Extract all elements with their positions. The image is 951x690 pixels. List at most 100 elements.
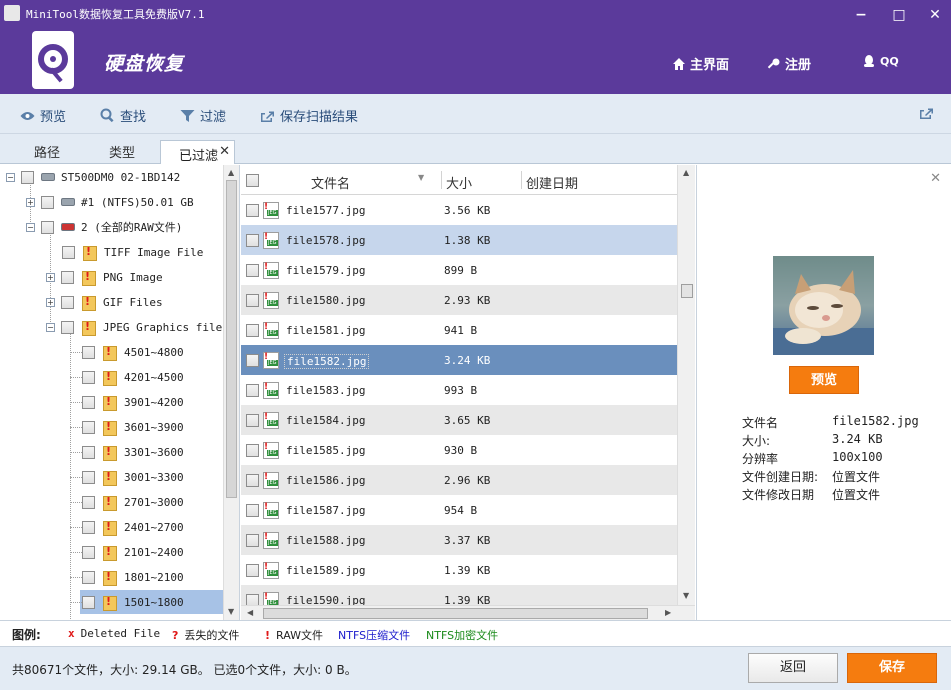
row-checkbox[interactable] bbox=[246, 474, 259, 487]
find-tool-button[interactable]: 查找 bbox=[100, 106, 146, 125]
checkbox[interactable] bbox=[82, 520, 95, 534]
expand-icon[interactable]: + bbox=[46, 272, 55, 282]
row-checkbox[interactable] bbox=[246, 504, 259, 517]
tab-filtered[interactable]: 已过滤 ✕ bbox=[160, 140, 235, 164]
row-checkbox[interactable] bbox=[246, 414, 259, 427]
row-checkbox[interactable] bbox=[246, 294, 259, 307]
row-checkbox[interactable] bbox=[246, 564, 259, 577]
table-row[interactable]: ! file1585.jpg 930 B bbox=[241, 435, 677, 465]
checkbox[interactable] bbox=[41, 195, 54, 209]
checkbox[interactable] bbox=[82, 370, 95, 384]
checkbox[interactable] bbox=[82, 570, 95, 584]
table-row[interactable]: ! file1577.jpg 3.56 KB bbox=[241, 195, 677, 225]
tree-node-png[interactable]: + ! PNG Image bbox=[46, 266, 163, 288]
checkbox[interactable] bbox=[41, 220, 54, 234]
close-preview-icon[interactable]: ✕ bbox=[930, 171, 941, 186]
table-row[interactable]: ! file1578.jpg 1.38 KB bbox=[241, 225, 677, 255]
checkbox[interactable] bbox=[82, 395, 95, 409]
scroll-up-icon[interactable]: ▲ bbox=[228, 168, 234, 177]
row-checkbox[interactable] bbox=[246, 324, 259, 337]
tree-node-range[interactable]: ! 1501~1800 bbox=[82, 591, 184, 613]
checkbox[interactable] bbox=[82, 495, 95, 509]
tree-node-range[interactable]: ! 3301~3600 bbox=[82, 441, 184, 463]
table-row[interactable]: ! file1587.jpg 954 B bbox=[241, 495, 677, 525]
scroll-down-icon[interactable]: ▼ bbox=[228, 607, 234, 616]
table-row[interactable]: ! file1588.jpg 3.37 KB bbox=[241, 525, 677, 555]
tree-node-range[interactable]: ! 3901~4200 bbox=[82, 391, 184, 413]
tree-node-partition-1[interactable]: + #1 (NTFS)50.01 GB bbox=[26, 191, 194, 213]
checkbox[interactable] bbox=[82, 470, 95, 484]
checkbox[interactable] bbox=[82, 345, 95, 359]
row-checkbox[interactable] bbox=[246, 204, 259, 217]
file-list-hscroll-thumb[interactable] bbox=[263, 608, 648, 619]
tree-node-range[interactable]: ! 1801~2100 bbox=[82, 566, 184, 588]
tree-node-gif[interactable]: + ! GIF Files bbox=[46, 291, 163, 313]
row-checkbox[interactable] bbox=[246, 354, 259, 367]
preview-button[interactable]: 预览 bbox=[789, 366, 859, 394]
file-list-vscrollbar[interactable]: ▲ ▼ bbox=[677, 165, 695, 605]
table-row[interactable]: ! file1581.jpg 941 B bbox=[241, 315, 677, 345]
close-tab-icon[interactable]: ✕ bbox=[219, 144, 230, 159]
home-link[interactable]: 主界面 bbox=[672, 54, 729, 73]
file-list-hscrollbar[interactable]: ◀ ▶ bbox=[241, 605, 695, 620]
preview-tool-button[interactable]: 预览 bbox=[20, 106, 66, 125]
checkbox[interactable] bbox=[82, 420, 95, 434]
table-row[interactable]: ! file1586.jpg 2.96 KB bbox=[241, 465, 677, 495]
table-row[interactable]: ! file1589.jpg 1.39 KB bbox=[241, 555, 677, 585]
share-button[interactable] bbox=[919, 106, 934, 120]
checkbox[interactable] bbox=[61, 320, 74, 334]
tab-type[interactable]: 类型 bbox=[109, 142, 135, 161]
row-checkbox[interactable] bbox=[246, 384, 259, 397]
collapse-icon[interactable]: − bbox=[26, 222, 35, 232]
expand-icon[interactable]: + bbox=[26, 197, 35, 207]
row-checkbox[interactable] bbox=[246, 444, 259, 457]
select-all-checkbox[interactable] bbox=[246, 174, 259, 187]
collapse-icon[interactable]: − bbox=[46, 322, 55, 332]
table-row[interactable]: ! file1582.jpg 3.24 KB bbox=[241, 345, 677, 375]
tree-node-jpeg[interactable]: − ! JPEG Graphics file bbox=[46, 316, 222, 338]
tree-node-disk[interactable]: − ST500DM0 02-1BD142 bbox=[6, 166, 180, 188]
tree-node-range[interactable]: ! 4201~4500 bbox=[82, 366, 184, 388]
checkbox[interactable] bbox=[82, 445, 95, 459]
tree-node-range[interactable]: ! 4501~4800 bbox=[82, 341, 184, 363]
close-button[interactable]: ✕ bbox=[925, 6, 945, 24]
tree-node-tiff[interactable]: ! TIFF Image File bbox=[62, 241, 203, 263]
scroll-left-icon[interactable]: ◀ bbox=[247, 608, 253, 617]
checkbox[interactable] bbox=[21, 170, 34, 184]
checkbox[interactable] bbox=[61, 295, 74, 309]
tree-node-partition-2[interactable]: − 2 (全部的RAW文件) bbox=[26, 216, 182, 238]
column-header-name[interactable]: 文件名 bbox=[311, 173, 350, 192]
save-scan-button[interactable]: 保存扫描结果 bbox=[260, 106, 358, 125]
tree-node-range[interactable]: ! 2701~3000 bbox=[82, 491, 184, 513]
checkbox[interactable] bbox=[82, 595, 95, 609]
tree-node-range[interactable]: ! 2401~2700 bbox=[82, 516, 184, 538]
file-list-vscroll-thumb[interactable] bbox=[681, 284, 693, 298]
row-checkbox[interactable] bbox=[246, 234, 259, 247]
checkbox[interactable] bbox=[62, 245, 75, 259]
scroll-up-icon[interactable]: ▲ bbox=[683, 168, 689, 177]
maximize-button[interactable]: □ bbox=[889, 6, 909, 24]
column-header-created[interactable]: 创建日期 bbox=[526, 173, 578, 192]
collapse-icon[interactable]: − bbox=[6, 172, 15, 182]
table-row[interactable]: ! file1584.jpg 3.65 KB bbox=[241, 405, 677, 435]
minimize-button[interactable]: − bbox=[851, 6, 871, 24]
tree-scroll-thumb[interactable] bbox=[226, 180, 237, 498]
row-checkbox[interactable] bbox=[246, 534, 259, 547]
filter-tool-button[interactable]: 过滤 bbox=[180, 106, 226, 125]
table-row[interactable]: ! file1580.jpg 2.93 KB bbox=[241, 285, 677, 315]
tree-node-range[interactable]: ! 3001~3300 bbox=[82, 466, 184, 488]
back-button[interactable]: 返回 bbox=[748, 653, 838, 683]
expand-icon[interactable]: + bbox=[46, 297, 55, 307]
table-row[interactable]: ! file1583.jpg 993 B bbox=[241, 375, 677, 405]
register-link[interactable]: 注册 bbox=[767, 54, 811, 73]
checkbox[interactable] bbox=[82, 545, 95, 559]
checkbox[interactable] bbox=[61, 270, 74, 284]
table-row[interactable]: ! file1579.jpg 899 B bbox=[241, 255, 677, 285]
qq-link[interactable]: QQ bbox=[862, 54, 899, 68]
row-checkbox[interactable] bbox=[246, 264, 259, 277]
tree-node-range[interactable]: ! 2101~2400 bbox=[82, 541, 184, 563]
scroll-right-icon[interactable]: ▶ bbox=[665, 608, 671, 617]
column-header-size[interactable]: 大小 bbox=[446, 173, 472, 192]
tab-path[interactable]: 路径 bbox=[34, 142, 60, 161]
save-button[interactable]: 保存 bbox=[847, 653, 937, 683]
